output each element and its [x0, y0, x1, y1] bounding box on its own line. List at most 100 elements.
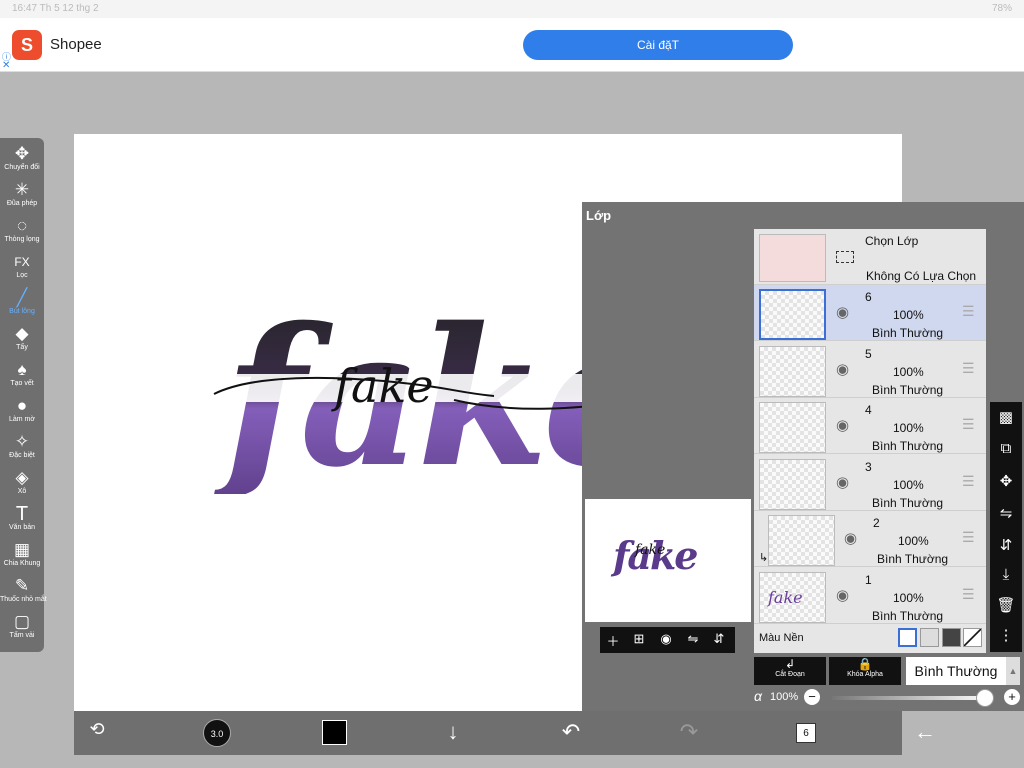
- undo-icon[interactable]: ↶: [556, 719, 586, 745]
- drag-handle-icon[interactable]: ☰: [962, 360, 975, 377]
- clip-arrow-icon: ↳: [759, 552, 769, 564]
- opacity-slider-handle[interactable]: [976, 689, 994, 707]
- minus-icon[interactable]: −: [804, 689, 820, 705]
- bg-white-swatch[interactable]: [898, 628, 917, 647]
- tool-bucket[interactable]: ◈ Xô: [0, 468, 44, 504]
- battery-level: 78%: [991, 3, 1012, 14]
- drag-handle-icon[interactable]: ☰: [962, 586, 975, 603]
- tool-text[interactable]: T Văn bản: [0, 504, 44, 540]
- layer-thumbnail: [759, 289, 826, 340]
- trash-icon[interactable]: 🗑: [990, 596, 1022, 614]
- move-layer-icon[interactable]: ✥: [990, 472, 1022, 490]
- flip-vertical-layer-icon[interactable]: ⇵: [990, 536, 1022, 554]
- svg-text:fake: fake: [767, 588, 803, 607]
- arrow-down-icon[interactable]: ↓: [438, 719, 468, 745]
- ad-banner[interactable]: S Shopee Cài đặT ⓘ ✕: [0, 18, 1024, 72]
- tool-transform[interactable]: ✥ Chuyển đổi: [0, 144, 44, 180]
- layer-row[interactable]: ◉ 6 100% Bình Thường ☰: [754, 285, 986, 341]
- drag-handle-icon[interactable]: ☰: [962, 529, 975, 546]
- plus-icon[interactable]: +: [1004, 689, 1020, 705]
- layer-number: 6: [865, 290, 872, 304]
- tool-canvas[interactable]: ▢ Tấm vải: [0, 612, 44, 648]
- select-layer-icon[interactable]: ⧉: [990, 440, 1022, 457]
- bg-none-swatch[interactable]: [963, 628, 982, 647]
- smudge-icon: ♠: [17, 360, 27, 379]
- tool-frame-divider[interactable]: ▦ Chia Khung: [0, 540, 44, 576]
- redo-icon[interactable]: ↷: [674, 719, 704, 745]
- layer-thumbnail: [759, 346, 826, 397]
- layer-row[interactable]: ◉ 3 100% Bình Thường ☰: [754, 455, 986, 511]
- layer-thumbnail: [759, 459, 826, 510]
- layer-number: 1: [865, 573, 872, 587]
- ad-close-icon[interactable]: ✕: [2, 60, 10, 71]
- bottom-toolbar: ⟲ 3.0 ↓ ↶ ↷ 6 ←: [74, 711, 936, 755]
- layer-thumbnail: [768, 515, 835, 566]
- layer-number: 5: [865, 347, 872, 361]
- layer-opacity: 100%: [893, 365, 924, 379]
- clip-button[interactable]: ↲ Cắt Đoạn: [754, 657, 826, 685]
- add-layer-copy-icon[interactable]: ⊞: [630, 631, 648, 647]
- flip-vertical-icon[interactable]: ⇵: [710, 631, 728, 647]
- eye-icon[interactable]: ◉: [836, 586, 849, 604]
- eye-icon[interactable]: ◉: [844, 529, 857, 547]
- tool-filter[interactable]: FX Lọc: [0, 252, 44, 288]
- drag-handle-icon[interactable]: ☰: [962, 303, 975, 320]
- tool-magic-wand[interactable]: ✳ Đũa phép: [0, 180, 44, 216]
- frame-divider-icon: ▦: [13, 540, 31, 559]
- drag-handle-icon[interactable]: ☰: [962, 473, 975, 490]
- opacity-value: 100%: [770, 691, 799, 703]
- tool-eraser[interactable]: ◆ Tẩy: [0, 324, 44, 360]
- chevron-up-icon[interactable]: ▲: [1006, 657, 1020, 685]
- selection-layer-row[interactable]: Chọn Lớp Không Có Lựa Chọn: [754, 229, 986, 285]
- alpha-icon: α: [754, 688, 762, 704]
- tool-brush[interactable]: ╱ Bút lông: [0, 288, 44, 324]
- bg-checker-swatch[interactable]: [920, 628, 939, 647]
- magic-wand-icon: ✳: [14, 180, 30, 199]
- merge-down-icon[interactable]: ⤓: [990, 566, 1022, 583]
- tool-special[interactable]: ✧ Đặc biệt: [0, 432, 44, 468]
- flip-layer-icon[interactable]: ⇋: [990, 504, 1022, 522]
- background-label: Màu Nền: [759, 632, 804, 644]
- eye-icon[interactable]: ◉: [836, 303, 849, 321]
- tool-blur[interactable]: ● Làm mờ: [0, 396, 44, 432]
- install-button[interactable]: Cài đặT: [523, 30, 793, 60]
- alpha-lock-button[interactable]: 🔒 Khóa Alpha: [829, 657, 901, 685]
- eraser-icon: ◆: [15, 324, 29, 343]
- eye-icon[interactable]: ◉: [836, 360, 849, 378]
- text-icon: T: [15, 503, 29, 525]
- rotate-canvas-icon[interactable]: ⟲: [82, 719, 112, 740]
- ad-app-name: Shopee: [50, 36, 102, 53]
- brush-icon: ╱: [16, 288, 28, 307]
- status-time: 16:47 Th 5 12 thg 2: [12, 3, 99, 14]
- tool-lasso[interactable]: ◌ Thòng lọng: [0, 216, 44, 252]
- tool-eyedropper[interactable]: ✎ Thuốc nhỏ mắt: [0, 576, 47, 612]
- layer-row[interactable]: fake ◉ 1 100% Bình Thường ☰: [754, 568, 986, 624]
- checker-icon[interactable]: ▩: [990, 408, 1022, 426]
- more-icon[interactable]: ⋮: [990, 626, 1022, 644]
- color-swatch[interactable]: [322, 720, 347, 745]
- blend-mode-select[interactable]: Bình Thường: [906, 657, 1006, 685]
- add-layer-icon[interactable]: ＋: [604, 631, 622, 650]
- layers-button[interactable]: 6: [796, 723, 816, 743]
- selection-title: Chọn Lớp: [865, 234, 919, 248]
- tool-smudge[interactable]: ♠ Tạo vết: [0, 360, 44, 396]
- clip-icon: ↲: [784, 657, 796, 671]
- layer-row[interactable]: ◉ 5 100% Bình Thường ☰: [754, 342, 986, 398]
- layer-panel: Lớp fake fake ＋ ⊞ ◉ ⇋ ⇵ Chọn Lớp Không C…: [582, 202, 1024, 711]
- layer-row[interactable]: ↳ ◉ 2 100% Bình Thường ☰: [754, 511, 986, 567]
- opacity-slider[interactable]: [832, 696, 992, 700]
- panel-title: Lớp: [586, 208, 612, 223]
- eye-icon[interactable]: ◉: [836, 473, 849, 491]
- drag-handle-icon[interactable]: ☰: [962, 416, 975, 433]
- canvas-preview: fake fake: [585, 499, 751, 622]
- bg-dark-checker-swatch[interactable]: [942, 628, 961, 647]
- flip-horizontal-icon[interactable]: ⇋: [684, 631, 702, 647]
- brush-size-indicator[interactable]: 3.0: [203, 719, 231, 747]
- special-icon: ✧: [14, 432, 30, 451]
- camera-icon[interactable]: ◉: [657, 631, 675, 647]
- selection-thumbnail: [759, 234, 826, 282]
- layer-opacity: 100%: [893, 308, 924, 322]
- layer-row[interactable]: ◉ 4 100% Bình Thường ☰: [754, 398, 986, 454]
- back-arrow-icon[interactable]: ←: [910, 719, 940, 745]
- eye-icon[interactable]: ◉: [836, 416, 849, 434]
